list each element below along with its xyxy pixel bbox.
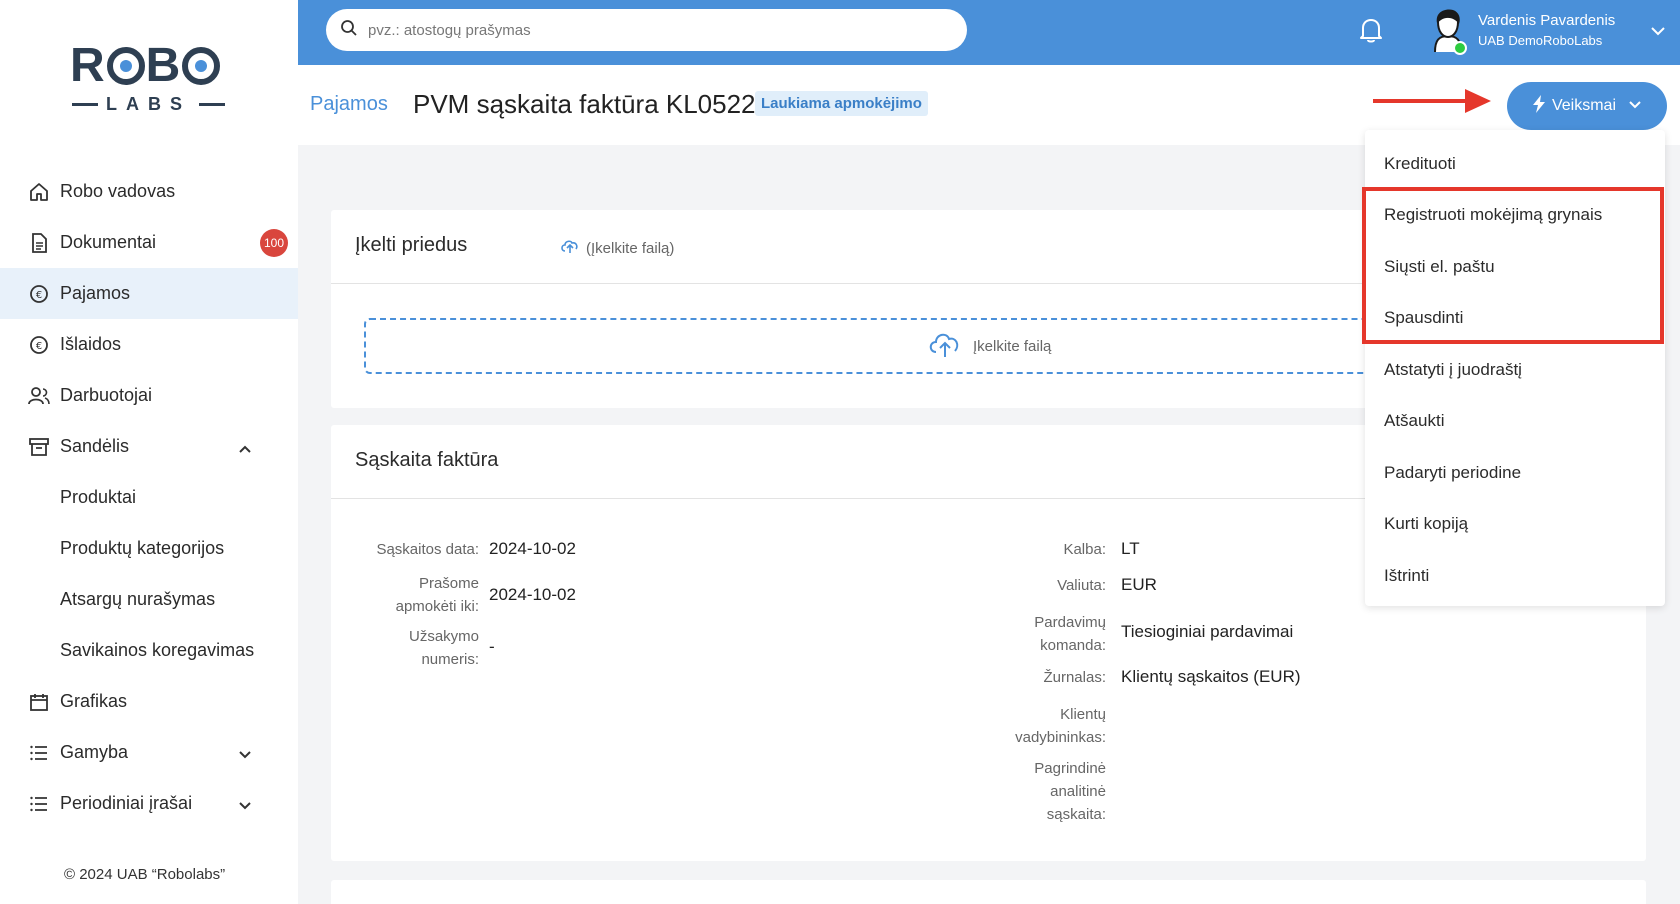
search-box[interactable]	[326, 9, 967, 51]
upload-link[interactable]: (Įkelkite failą)	[560, 238, 674, 258]
field-label: Pardavimų komanda:	[1034, 614, 1106, 654]
expense-icon: €	[28, 334, 50, 356]
field-label: Pagrindinė analitinė sąskaita:	[1034, 760, 1106, 823]
list-icon	[28, 742, 50, 764]
arrow-annotation-icon	[1373, 86, 1493, 121]
sidebar-item-label: Grafikas	[60, 691, 128, 711]
field-value[interactable]: Klientų sąskaitos (EUR)	[1121, 667, 1301, 687]
field-label: Prašome apmokėti iki:	[395, 575, 479, 615]
field-label: Užsakymo numeris:	[408, 628, 479, 668]
sidebar-item-robo-vadovas[interactable]: Robo vadovas	[0, 166, 298, 217]
field-value[interactable]: LT	[1121, 539, 1140, 559]
dropzone-label: Įkelkite failą	[973, 337, 1052, 355]
sidebar-item-darbuotojai[interactable]: Darbuotojai	[0, 370, 298, 421]
user-company: UAB DemoRoboLabs	[1478, 33, 1603, 48]
sidebar-item-label: Sandėlis	[60, 436, 130, 456]
cloud-upload-icon	[927, 330, 963, 362]
sidebar-item-sandelis[interactable]: Sandėlis	[0, 421, 298, 472]
field-value[interactable]: Tiesioginiai pardavimai	[1121, 622, 1293, 642]
sidebar-item-label: Gamyba	[60, 742, 129, 762]
sidebar-item-savikainos-koregavimas[interactable]: Savikainos koregavimas	[0, 625, 298, 676]
invoice-title: Sąskaita faktūra	[355, 449, 499, 471]
svg-text:€: €	[36, 290, 42, 301]
field-label: Klientų vadybininkas:	[1015, 706, 1106, 746]
menu-item-atstatyti-i-juodrasti[interactable]: Atstatyti į juodraštį	[1384, 360, 1522, 380]
sidebar-item-grafikas[interactable]: Grafikas	[0, 676, 298, 727]
sidebar-item-gamyba[interactable]: Gamyba	[0, 727, 298, 778]
sidebar-item-label: Atsargų nurašymas	[60, 589, 216, 609]
chevron-up-icon[interactable]	[238, 438, 252, 459]
next-card	[331, 880, 1646, 904]
sidebar-item-label: Periodiniai įrašai	[60, 793, 193, 813]
sidebar-item-label: Darbuotojai	[60, 385, 153, 405]
lightning-icon	[1532, 94, 1546, 119]
sidebar-item-atsargu-nurasymas[interactable]: Atsargų nurašymas	[0, 574, 298, 625]
sidebar: RB LABS Robo vadovas Dokumentai 100 € Pa…	[0, 0, 298, 904]
calendar-icon	[28, 691, 50, 713]
field-value[interactable]: -	[489, 637, 495, 657]
menu-item-padaryti-periodine[interactable]: Padaryti periodine	[1384, 463, 1521, 483]
svg-text:€: €	[36, 341, 42, 352]
sidebar-item-pajamos[interactable]: € Pajamos	[0, 268, 298, 319]
menu-item-atsaukti[interactable]: Atšaukti	[1384, 411, 1444, 431]
home-icon	[28, 181, 50, 203]
user-name: Vardenis Pavardenis	[1478, 12, 1616, 29]
income-icon: €	[28, 283, 50, 305]
document-icon	[28, 232, 50, 254]
sidebar-item-produktai[interactable]: Produktai	[0, 472, 298, 523]
online-status-icon	[1453, 41, 1467, 55]
sidebar-item-periodiniai-irasai[interactable]: Periodiniai įrašai	[0, 778, 298, 829]
chevron-down-icon[interactable]	[238, 795, 252, 816]
documents-count-badge: 100	[260, 229, 288, 257]
users-icon	[28, 385, 50, 407]
field-label: Valiuta:	[1057, 577, 1106, 594]
field-label: Kalba:	[1063, 541, 1106, 558]
sidebar-item-label: Savikainos koregavimas	[60, 640, 255, 660]
bell-icon[interactable]	[1358, 16, 1384, 49]
search-input[interactable]	[368, 21, 928, 39]
sidebar-item-label: Dokumentai	[60, 232, 157, 252]
user-info[interactable]: Vardenis Pavardenis UAB DemoRoboLabs	[1478, 12, 1615, 48]
breadcrumb[interactable]: Pajamos	[310, 93, 388, 116]
list-icon	[28, 793, 50, 815]
field-label: Sąskaitos data:	[376, 541, 479, 558]
sidebar-item-label: Produktų kategorijos	[60, 538, 225, 558]
cloud-upload-icon	[560, 238, 580, 258]
sidebar-item-islaidos[interactable]: € Išlaidos	[0, 319, 298, 370]
actions-button[interactable]: Veiksmai	[1507, 82, 1667, 130]
status-badge: Laukiama apmokėjimo	[755, 91, 928, 116]
sidebar-item-label: Pajamos	[60, 283, 131, 303]
search-icon	[340, 19, 358, 42]
sidebar-item-label: Išlaidos	[60, 334, 122, 354]
top-bar: Vardenis Pavardenis UAB DemoRoboLabs	[298, 0, 1680, 65]
field-value[interactable]: EUR	[1121, 575, 1157, 595]
menu-item-kurti-kopija[interactable]: Kurti kopiją	[1384, 514, 1468, 534]
menu-item-kredituoti[interactable]: Kredituoti	[1384, 154, 1456, 174]
actions-button-label: Veiksmai	[1551, 97, 1617, 114]
chevron-down-icon[interactable]	[1650, 23, 1666, 41]
avatar[interactable]	[1425, 6, 1471, 56]
attachments-title: Įkelti priedus	[355, 234, 468, 256]
robolabs-logo[interactable]: RB LABS	[70, 42, 225, 120]
highlight-box-annotation	[1362, 187, 1664, 344]
sidebar-item-label: Produktai	[60, 487, 137, 507]
sidebar-item-label: Robo vadovas	[60, 181, 176, 201]
chevron-down-icon	[1628, 97, 1642, 115]
upload-link-label: (Įkelkite failą)	[586, 239, 675, 257]
copyright: © 2024 UAB “Robolabs”	[64, 866, 226, 883]
field-value[interactable]: 2024-10-02	[489, 539, 576, 559]
field-label: Žurnalas:	[1043, 669, 1106, 686]
chevron-down-icon[interactable]	[238, 744, 252, 765]
field-value[interactable]: 2024-10-02	[489, 585, 576, 605]
page-title: PVM sąskaita faktūra KL0522	[413, 89, 756, 119]
menu-item-istrinti[interactable]: Ištrinti	[1384, 566, 1429, 586]
archive-icon	[28, 436, 50, 458]
sidebar-item-dokumentai[interactable]: Dokumentai 100	[0, 217, 298, 268]
sidebar-item-produktu-kategorijos[interactable]: Produktų kategorijos	[0, 523, 298, 574]
sidebar-nav: Robo vadovas Dokumentai 100 € Pajamos € …	[0, 166, 298, 829]
